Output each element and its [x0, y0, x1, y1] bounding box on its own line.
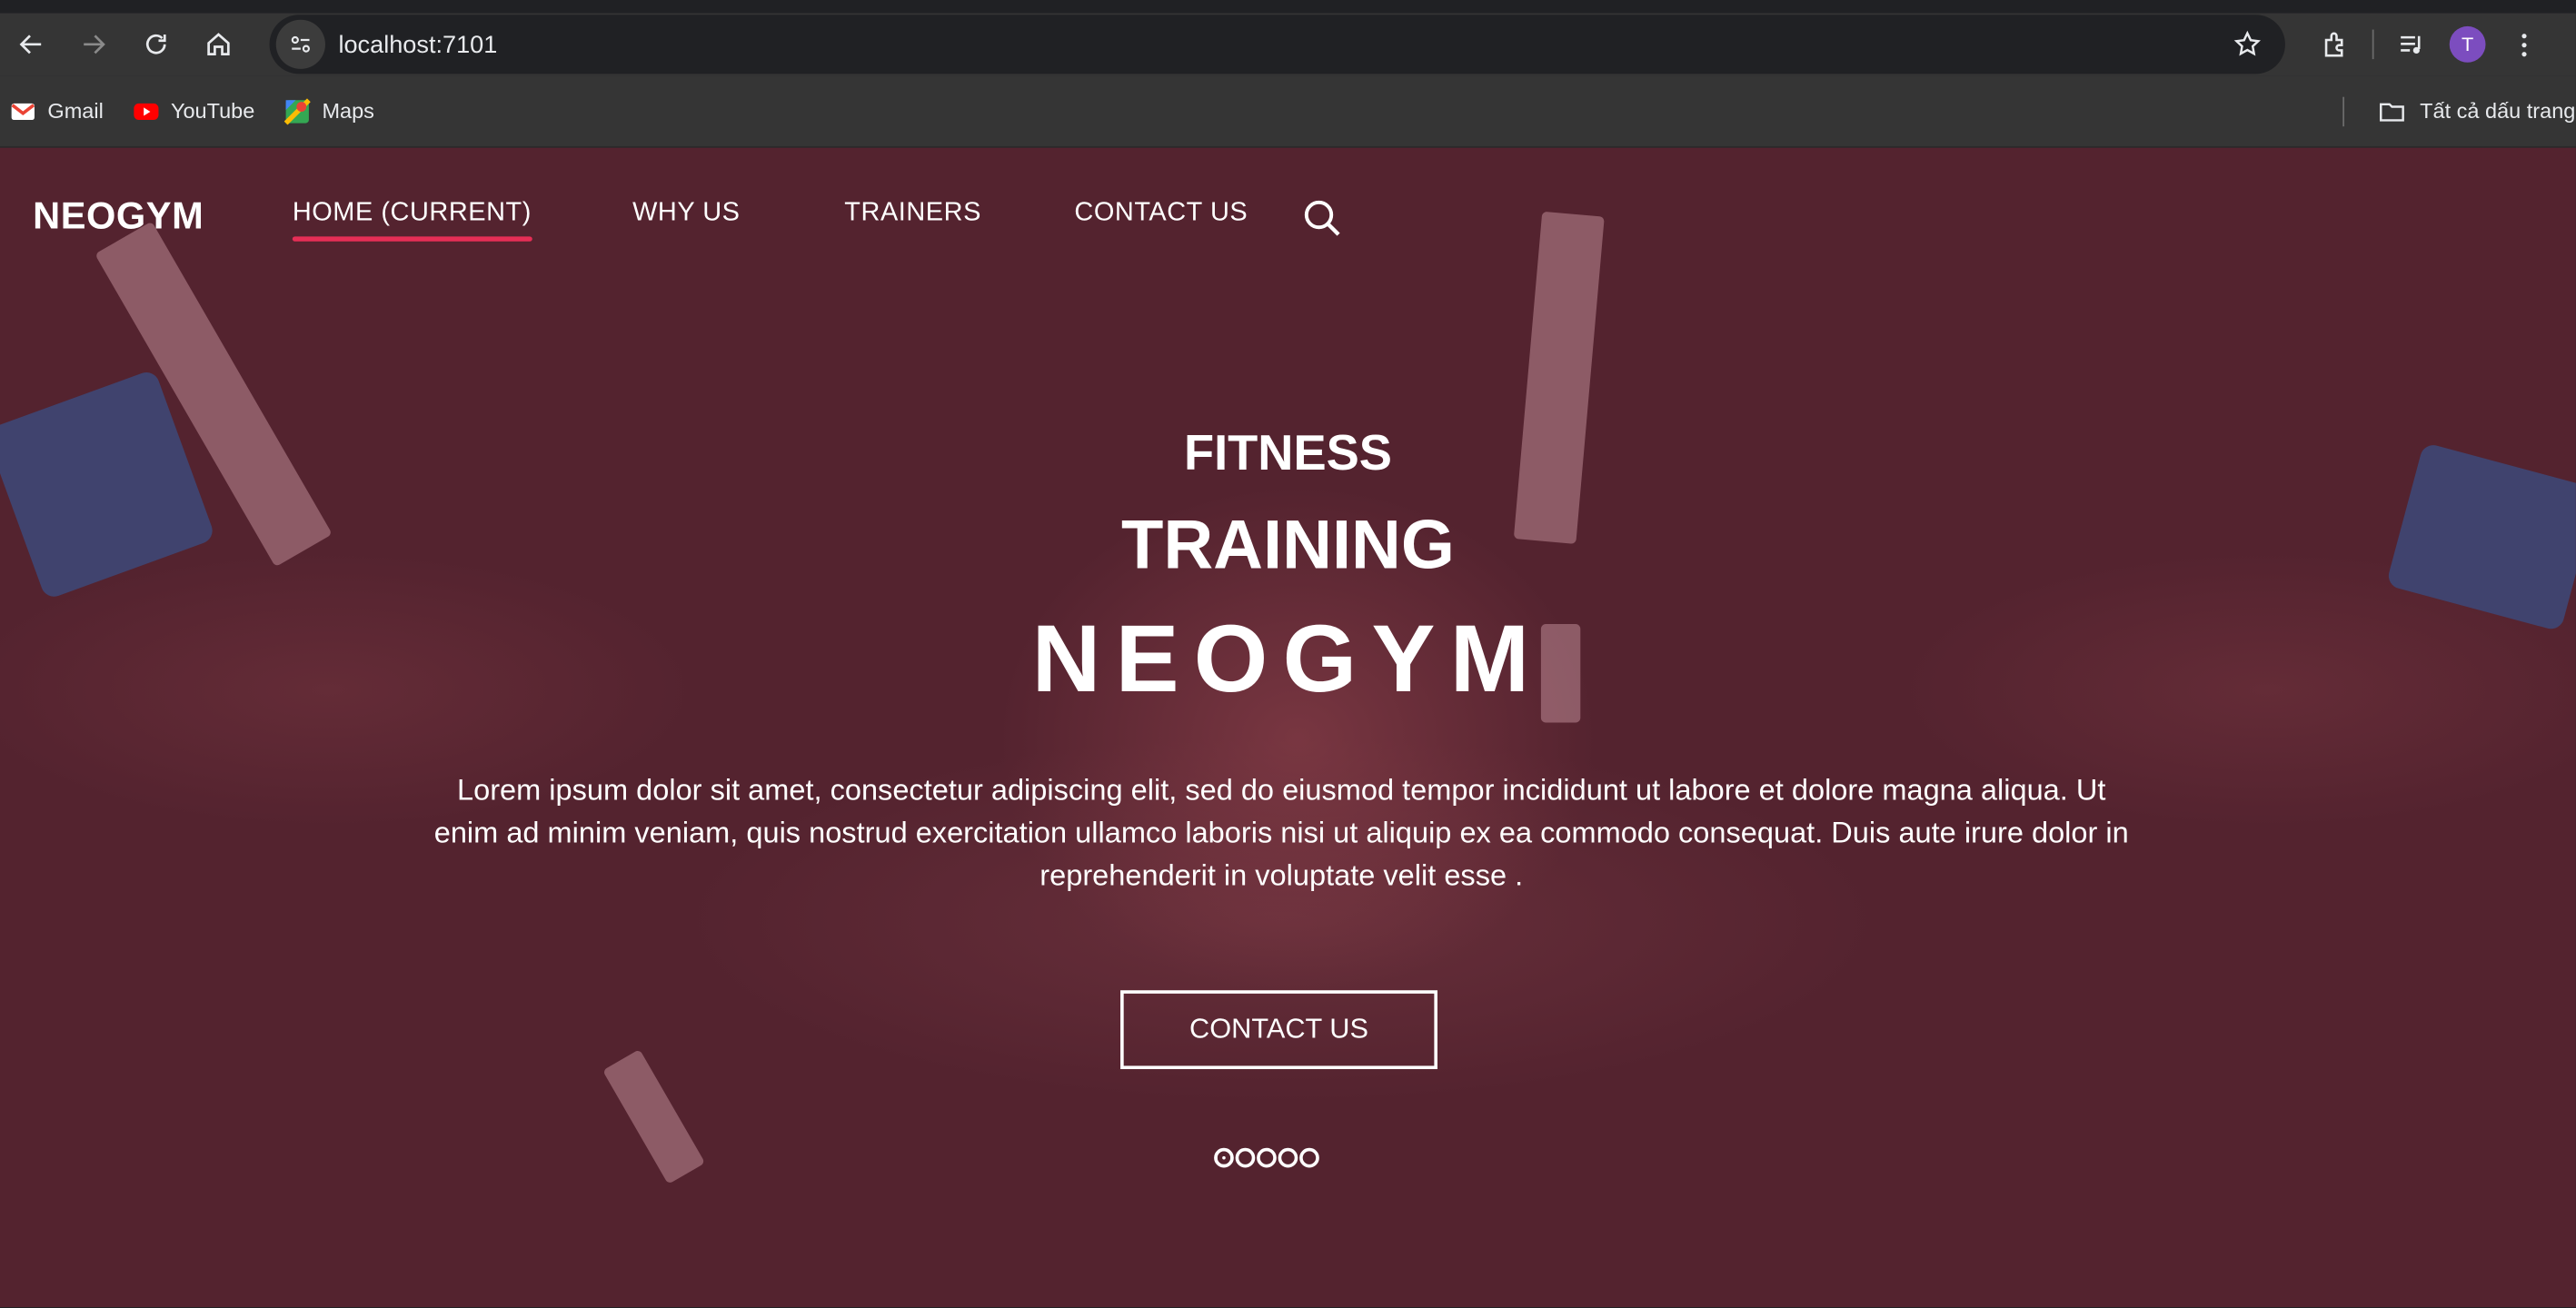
media-controls-button[interactable] [2383, 13, 2439, 75]
carousel-dot-4[interactable] [1278, 1147, 1298, 1168]
all-bookmarks-label: Tất cả dấu trang [2420, 98, 2576, 124]
hero-title-training: TRAINING [1120, 505, 1455, 583]
home-button[interactable] [187, 13, 250, 75]
site-header: NEOGYM HOME (CURRENT) WHY US TRAINERS CO… [0, 148, 2576, 286]
bookmark-label: Maps [322, 98, 374, 124]
carousel-dot-2[interactable] [1235, 1147, 1256, 1168]
folder-icon [2380, 102, 2404, 121]
bookmarks-divider [2342, 95, 2345, 126]
puzzle-icon [2323, 31, 2342, 56]
carousel-dot-5[interactable] [1299, 1147, 1319, 1168]
nav-home[interactable]: HOME (CURRENT) [292, 199, 532, 242]
kebab-menu-icon [2521, 33, 2526, 56]
nav-trainers[interactable]: TRAINERS [844, 199, 981, 229]
reload-button[interactable] [124, 13, 187, 75]
nav-why-us[interactable]: WHY US [632, 199, 740, 229]
bookmark-youtube[interactable]: YouTube [133, 98, 254, 124]
browser-actions: T [2306, 13, 2551, 75]
carousel-indicators [1214, 1147, 1321, 1168]
tab-strip [0, 0, 2576, 14]
hero-description: Lorem ipsum dolor sit amet, consectetur … [433, 773, 2129, 892]
back-arrow-icon [19, 35, 42, 54]
background-light-streak [602, 1049, 706, 1184]
bookmark-label: YouTube [170, 98, 255, 124]
playlist-icon [2400, 35, 2420, 54]
back-button[interactable] [0, 13, 63, 75]
site-logo[interactable]: NEOGYM [33, 193, 204, 238]
bookmark-gmail[interactable]: Gmail [10, 98, 104, 124]
bookmarks-bar: Gmail YouTube Maps Tất cả dấu trang [0, 75, 2576, 148]
url-text[interactable]: localhost:7101 [338, 30, 497, 58]
reload-icon [145, 34, 166, 54]
gmail-icon [11, 103, 35, 120]
nav-contact-us[interactable]: CONTACT US [1074, 199, 1248, 229]
forward-button[interactable] [63, 13, 125, 75]
all-bookmarks[interactable]: Tất cả dấu trang [2342, 75, 2575, 146]
menu-button[interactable] [2495, 13, 2551, 75]
extensions-button[interactable] [2306, 13, 2362, 75]
carousel-dot-3[interactable] [1257, 1147, 1277, 1168]
bookmark-maps[interactable]: Maps [283, 97, 374, 124]
hero-section: NEOGYM HOME (CURRENT) WHY US TRAINERS CO… [0, 147, 2576, 1308]
hero-title-neogym: NEOGYM [1031, 606, 1545, 713]
toolbar-divider [2372, 29, 2374, 60]
search-icon[interactable] [1301, 197, 1344, 248]
site-info-icon[interactable] [275, 19, 325, 69]
forward-arrow-icon [84, 35, 105, 54]
browser-toolbar: localhost:7101 T [0, 13, 2576, 76]
bookmark-star-icon[interactable] [2233, 30, 2263, 68]
carousel-dot-1[interactable] [1214, 1147, 1234, 1168]
profile-button[interactable]: T [2440, 13, 2495, 75]
contact-us-button[interactable]: CONTACT US [1120, 990, 1437, 1070]
address-bar[interactable]: localhost:7101 [269, 15, 2285, 74]
hero-title-fitness: FITNESS [1183, 427, 1392, 481]
avatar: T [2449, 25, 2486, 63]
maps-icon [283, 97, 311, 124]
home-icon [207, 33, 230, 56]
youtube-icon [134, 103, 159, 120]
bookmark-label: Gmail [47, 98, 104, 124]
